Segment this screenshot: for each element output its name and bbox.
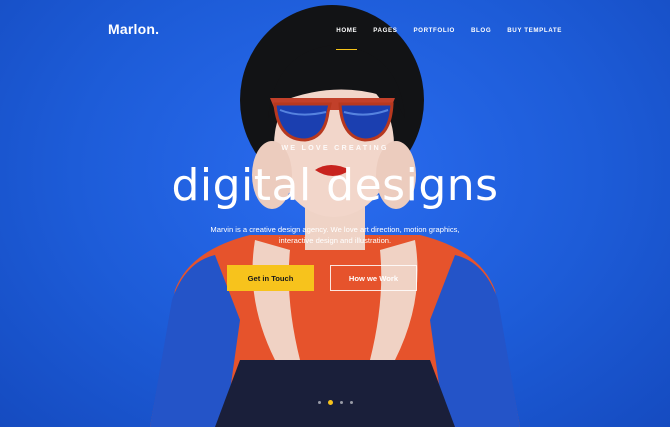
slider-pagination <box>0 400 670 405</box>
nav-item-buy-template[interactable]: BUY TEMPLATE <box>507 27 562 42</box>
how-we-work-button[interactable]: How we Work <box>330 265 417 291</box>
hero-eyebrow: WE LOVE CREATING <box>281 143 389 152</box>
nav-item-pages[interactable]: PAGES <box>373 27 397 42</box>
slider-dot-3[interactable] <box>339 401 343 404</box>
slider-dot-2[interactable] <box>327 400 333 405</box>
slider-dot-4[interactable] <box>349 401 353 404</box>
nav-item-blog[interactable]: BLOG <box>471 27 491 42</box>
get-in-touch-button[interactable]: Get in Touch <box>227 265 314 291</box>
nav-item-home[interactable]: HOME <box>336 27 358 50</box>
nav-item-portfolio[interactable]: PORTFOLIO <box>413 27 455 42</box>
main-nav: HOME PAGES PORTFOLIO BLOG BUY TEMPLATE <box>320 27 562 50</box>
hero-headline: digital designs <box>171 160 499 211</box>
hero-description: Marvin is a creative design agency. We l… <box>210 225 460 245</box>
slider-dot-1[interactable] <box>317 401 321 404</box>
hero-section: Marlon. HOME PAGES PORTFOLIO BLOG BUY TE… <box>0 0 670 427</box>
brand-logo[interactable]: Marlon. <box>108 21 159 37</box>
